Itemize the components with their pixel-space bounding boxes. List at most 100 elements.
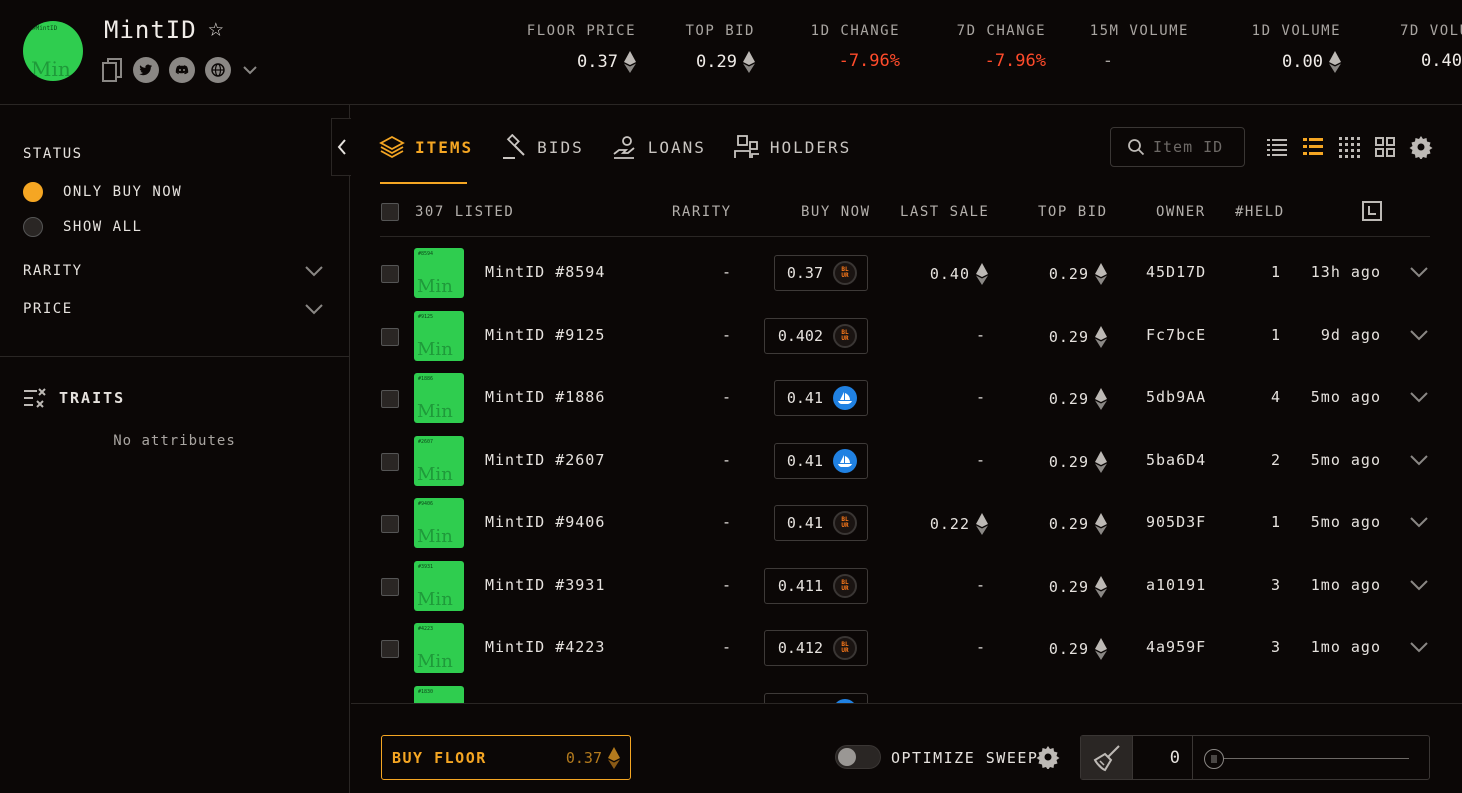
last-sale-column-header[interactable]: LAST SALE	[900, 204, 989, 220]
owner-address[interactable]: 4a959F	[1146, 638, 1206, 656]
expand-row-chevron-icon[interactable]	[1410, 516, 1428, 528]
radio-button[interactable]	[23, 182, 43, 202]
sweep-broom-button[interactable]	[1081, 736, 1133, 779]
slider-handle[interactable]	[1204, 749, 1224, 769]
stat-value: 0.00	[1282, 52, 1323, 72]
stat-label: TOP BID	[685, 23, 755, 39]
owner-address[interactable]: 5ba6D4	[1146, 451, 1206, 469]
buy-floor-price: 0.37	[565, 748, 602, 767]
status-option-show-all[interactable]: SHOW ALL	[23, 217, 142, 237]
buy-now-price-button[interactable]: 0.411 BL UR	[764, 567, 868, 604]
thumbnail-token-label: #4223	[418, 626, 434, 632]
row-checkbox[interactable]	[381, 515, 399, 533]
table-row[interactable]: #9125 Min MintID #9125 - 0.402 BL UR - 0.2…	[351, 300, 1462, 362]
thumbnail-text: Min	[417, 338, 453, 360]
radio-button[interactable]	[23, 217, 43, 237]
owner-address[interactable]: 5db9AA	[1146, 388, 1206, 406]
nft-thumbnail[interactable]: #9406 Min	[414, 498, 464, 548]
collapse-sidebar-button[interactable]	[331, 118, 351, 176]
held-column-header[interactable]: #HELD	[1235, 204, 1285, 220]
expand-row-chevron-icon[interactable]	[1410, 579, 1428, 591]
table-row[interactable]: #8594 Min MintID #8594 - 0.37 BL UR 0.40 0…	[351, 237, 1462, 299]
nft-name[interactable]: MintID #2607	[485, 451, 605, 469]
nft-name[interactable]: MintID #9125	[485, 326, 605, 344]
sweep-count[interactable]: 0	[1133, 736, 1193, 779]
nft-thumbnail[interactable]: #9125 Min	[414, 310, 464, 361]
buy-now-column-header[interactable]: BUY NOW	[801, 204, 871, 220]
buy-now-price-button[interactable]: 0.41	[774, 442, 868, 479]
item-search[interactable]	[1110, 127, 1245, 167]
thumbnail-text: Min	[417, 276, 453, 297]
tab-items[interactable]: ITEMS	[379, 128, 473, 166]
row-checkbox[interactable]	[381, 577, 399, 596]
owner-address[interactable]: a10191	[1146, 576, 1206, 594]
sweep-footer: BUY FLOOR 0.37 OPTIMIZE SWEEP 0	[351, 703, 1462, 793]
table-row[interactable]: #9406 Min MintID #9406 - 0.41 BL UR 0.22 0…	[351, 487, 1462, 549]
stat-15m-volume: 15M VOLUME -	[1090, 23, 1189, 71]
owner-column-header[interactable]: OWNER	[1156, 204, 1206, 220]
row-checkbox[interactable]	[381, 640, 399, 658]
table-row[interactable]: #4223 Min MintID #4223 - 0.412 BL UR - 0.2…	[351, 612, 1462, 674]
table-row[interactable]: #1830 Min	[351, 675, 1462, 703]
price-filter[interactable]: PRICE	[23, 301, 323, 317]
item-id-input[interactable]	[1153, 138, 1238, 156]
table-row[interactable]: #3931 Min MintID #3931 - 0.411 BL UR - 0.2…	[351, 550, 1462, 612]
sweep-slider[interactable]	[1193, 736, 1429, 779]
row-checkbox[interactable]	[381, 265, 399, 283]
nft-name[interactable]: MintID #9406	[485, 513, 605, 531]
settings-gear-icon[interactable]	[1409, 135, 1433, 159]
list-view-icon[interactable]	[1265, 135, 1289, 159]
buy-now-price-button[interactable]: 0.412 BL UR	[764, 630, 868, 666]
nft-name[interactable]: MintID #1886	[485, 388, 605, 406]
row-checkbox[interactable]	[381, 390, 399, 408]
nft-name[interactable]: MintID #4223	[485, 638, 605, 656]
nft-thumbnail[interactable]: #1886 Min	[414, 373, 464, 423]
buy-now-price-button[interactable]: 0.41	[774, 380, 868, 416]
owner-address[interactable]: Fc7bcE	[1146, 326, 1206, 344]
rarity-value: -	[722, 450, 733, 469]
expand-row-chevron-icon[interactable]	[1410, 266, 1428, 278]
stat-value: -	[1102, 51, 1113, 71]
main-tabs: ITEMS BIDS LOANS HOLDERS	[379, 128, 851, 166]
buy-now-price-button[interactable]: 0.402 BL UR	[764, 317, 868, 354]
nft-thumbnail[interactable]: #2607 Min	[414, 435, 464, 486]
listed-time: 9d ago	[1320, 325, 1381, 344]
nft-name[interactable]: MintID #8594	[485, 263, 605, 281]
detailed-list-view-icon[interactable]	[1301, 135, 1325, 159]
buy-now-price-button[interactable]: 0.41 BL UR	[774, 505, 868, 541]
table-row[interactable]: #2607 Min MintID #2607 - 0.41 - 0.29 5ba…	[351, 425, 1462, 487]
nft-thumbnail[interactable]: #8594 Min	[414, 248, 464, 298]
owner-address[interactable]: 45D17D	[1146, 263, 1206, 281]
tab-bids[interactable]: BIDS	[501, 128, 584, 166]
tab-label: ITEMS	[415, 137, 474, 157]
small-grid-view-icon[interactable]	[1337, 135, 1361, 159]
thumbnail-token-label: #9125	[418, 313, 434, 320]
expand-row-chevron-icon[interactable]	[1410, 641, 1428, 653]
buy-floor-button[interactable]: BUY FLOOR 0.37	[381, 735, 631, 780]
rarity-column-header[interactable]: RARITY	[672, 204, 732, 220]
row-checkbox[interactable]	[381, 327, 399, 346]
top-bid-column-header[interactable]: TOP BID	[1038, 204, 1108, 220]
buy-now-price-button[interactable]: 0.37 BL UR	[774, 255, 868, 291]
expand-row-chevron-icon[interactable]	[1410, 454, 1428, 466]
nft-thumbnail[interactable]: #4223 Min	[414, 623, 464, 673]
listing-time-clock-icon[interactable]	[1361, 200, 1383, 222]
traits-filter-icon	[24, 388, 46, 408]
status-option-buy-now[interactable]: ONLY BUY NOW	[23, 182, 182, 202]
sweep-settings-gear-icon[interactable]	[1036, 745, 1060, 769]
tab-holders[interactable]: HOLDERS	[733, 128, 851, 166]
nft-thumbnail[interactable]: #1830 Min	[414, 685, 464, 703]
large-grid-view-icon[interactable]	[1373, 135, 1397, 159]
row-checkbox[interactable]	[381, 452, 399, 471]
expand-row-chevron-icon[interactable]	[1410, 391, 1428, 403]
owner-address[interactable]: 905D3F	[1146, 513, 1206, 531]
select-all-checkbox[interactable]	[381, 203, 399, 221]
expand-row-chevron-icon[interactable]	[1410, 329, 1428, 341]
table-row[interactable]: #1886 Min MintID #1886 - 0.41 - 0.29 5db…	[351, 362, 1462, 424]
optimize-sweep-toggle[interactable]	[835, 745, 881, 769]
buy-now-price-button[interactable]	[764, 692, 868, 703]
nft-thumbnail[interactable]: #3931 Min	[414, 560, 464, 611]
tab-loans[interactable]: LOANS	[612, 128, 706, 166]
nft-name[interactable]: MintID #3931	[485, 576, 605, 594]
rarity-filter[interactable]: RARITY	[23, 263, 323, 279]
